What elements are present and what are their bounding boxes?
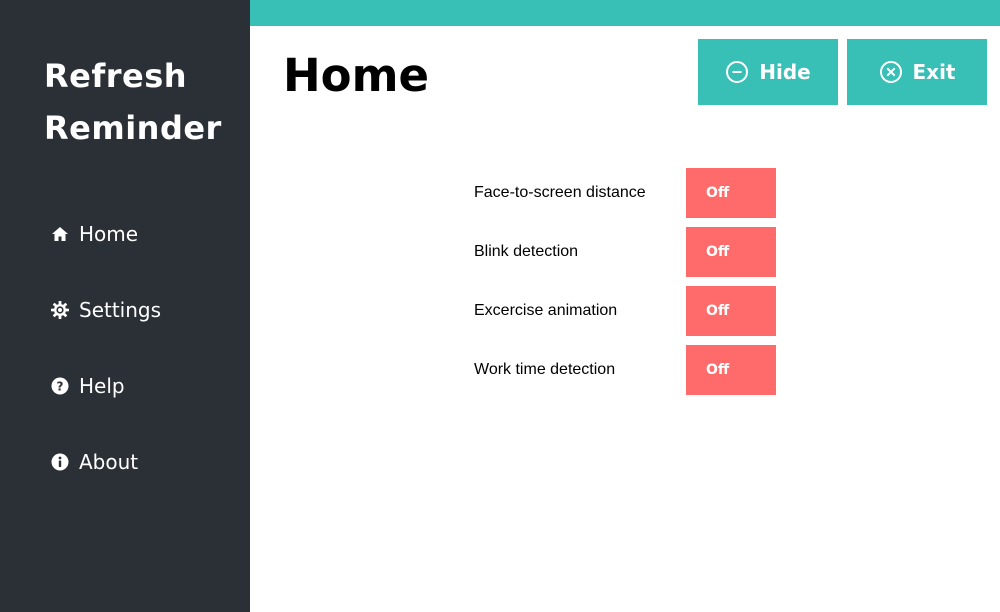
face-distance-toggle[interactable]: Off [686, 168, 776, 218]
page-title: Home [283, 49, 429, 102]
feature-row-work-time: Work time detection Off [474, 345, 776, 395]
top-accent-bar [250, 0, 1000, 26]
blink-detection-toggle[interactable]: Off [686, 227, 776, 277]
feature-label: Excercise animation [474, 302, 618, 319]
feature-row-face-distance: Face-to-screen distance Off [474, 168, 776, 218]
feature-row-exercise-animation: Excercise animation Off [474, 286, 776, 336]
app-title: Refresh Reminder [44, 50, 244, 154]
exit-button-label: Exit [912, 60, 956, 84]
app-window: Refresh Reminder Home Settings ? Help Ab… [0, 0, 1000, 612]
feature-label: Blink detection [474, 243, 579, 260]
home-icon [50, 224, 70, 244]
sidebar-item-label: About [79, 450, 139, 474]
sidebar-item-home[interactable]: Home [50, 216, 138, 252]
sidebar-item-label: Settings [79, 298, 162, 322]
svg-text:?: ? [57, 379, 64, 393]
sidebar-item-help[interactable]: ? Help [50, 368, 125, 404]
feature-label: Work time detection [474, 361, 616, 378]
close-circle-icon [879, 60, 903, 84]
hide-button[interactable]: Hide [698, 39, 838, 105]
feature-label: Face-to-screen distance [474, 184, 646, 201]
sidebar-item-label: Help [79, 374, 125, 398]
info-circle-icon [50, 452, 70, 472]
exercise-animation-toggle[interactable]: Off [686, 286, 776, 336]
sidebar: Refresh Reminder Home Settings ? Help Ab… [0, 0, 250, 612]
minus-circle-icon [725, 60, 749, 84]
exit-button[interactable]: Exit [847, 39, 987, 105]
feature-row-blink-detection: Blink detection Off [474, 227, 776, 277]
question-circle-icon: ? [50, 376, 70, 396]
sidebar-item-label: Home [79, 222, 139, 246]
app-title-line2: Reminder [44, 109, 222, 147]
app-title-line1: Refresh [44, 57, 188, 95]
sidebar-item-about[interactable]: About [50, 444, 138, 480]
work-time-toggle[interactable]: Off [686, 345, 776, 395]
gear-icon [50, 300, 70, 320]
sidebar-item-settings[interactable]: Settings [50, 292, 161, 328]
hide-button-label: Hide [759, 60, 811, 84]
